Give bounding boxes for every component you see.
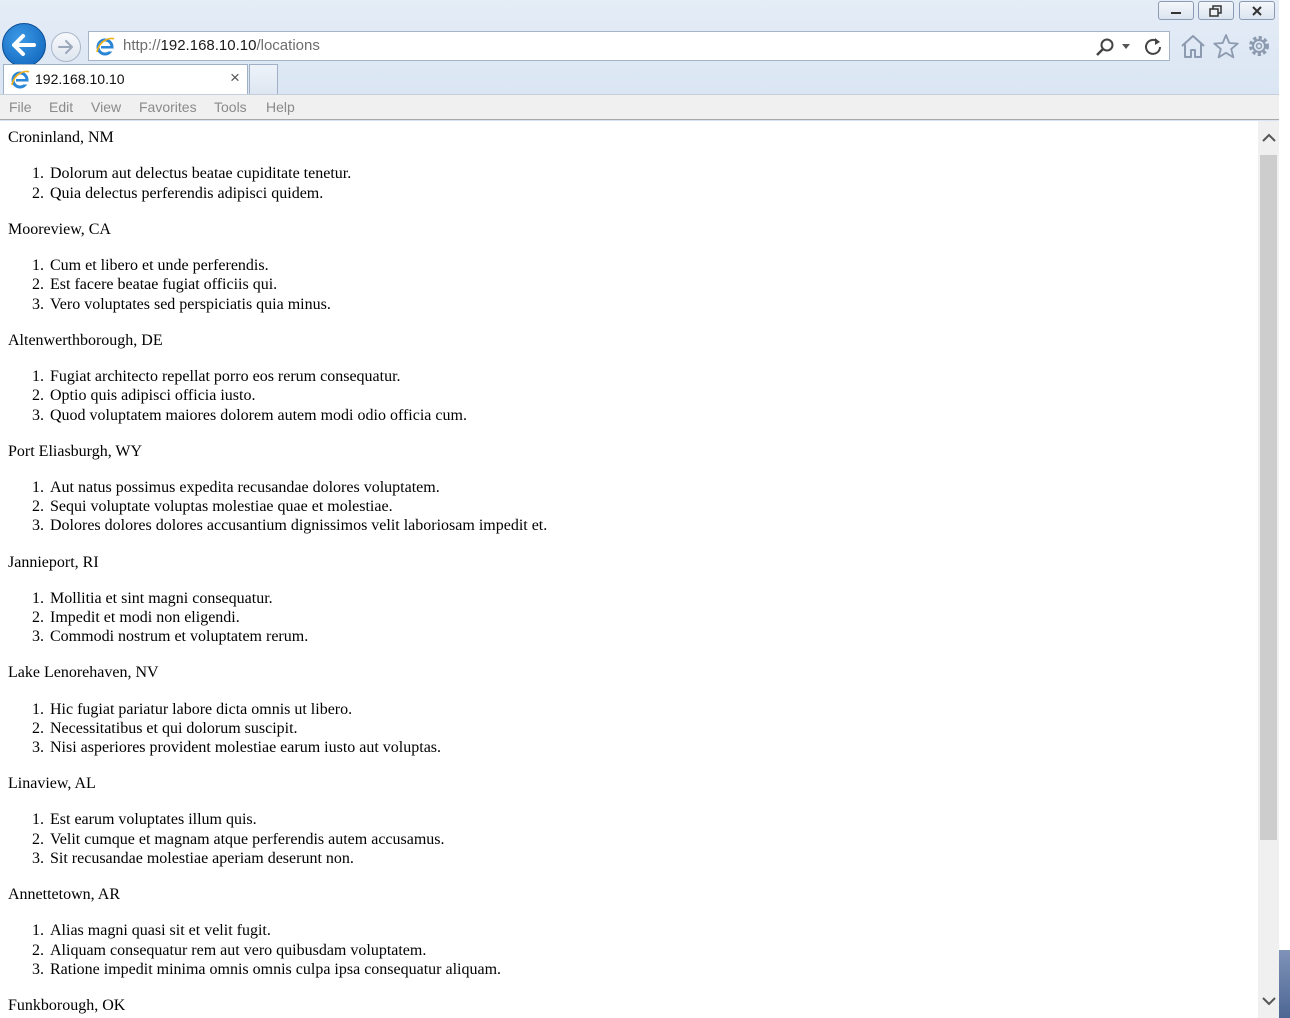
ie-logo-icon	[96, 37, 115, 56]
new-tab-button[interactable]	[249, 64, 278, 94]
close-window-button[interactable]	[1239, 1, 1275, 20]
list-item: 2. Quia delectus perferendis adipisci qui…	[32, 185, 324, 202]
minimize-button[interactable]	[1158, 1, 1194, 20]
chevron-down-icon	[1261, 997, 1276, 1006]
list-item: 3. Ratione impedit minima omnis omnis cul…	[32, 961, 502, 978]
taskbar-edge	[1279, 950, 1290, 1018]
list-item: 3. Nisi asperiores provident molestiae ea…	[32, 739, 442, 756]
list-item: 1. Cum et libero et unde perferendis.	[32, 257, 269, 274]
list-item: 3. Sit recusandae molestiae aperiam deser…	[32, 850, 354, 867]
chevron-up-icon	[1261, 133, 1276, 142]
list-item: 1. Est earum voluptates illum quis.	[32, 811, 257, 828]
settings-gear-icon[interactable]	[1246, 33, 1274, 59]
close-icon	[1252, 5, 1262, 16]
location-name: Croninland, NM	[8, 129, 114, 146]
list-item: 1. Mollitia et sint magni consequatur.	[32, 590, 273, 607]
tab-close-icon[interactable]: ×	[230, 68, 240, 88]
list-item: 3. Vero voluptates sed perspiciatis quia …	[32, 296, 331, 313]
menu-item-favorites[interactable]: Favorites	[139, 99, 197, 115]
scroll-thumb[interactable]	[1260, 155, 1277, 840]
list-item: 1. Fugiat architecto repellat porro eos r…	[32, 368, 401, 385]
scroll-down-button[interactable]	[1258, 984, 1279, 1018]
location-name: Altenwerthborough, DE	[8, 332, 163, 349]
list-item: 1. Aut natus possimus expedita recusandae…	[32, 479, 440, 496]
location-name: Annettetown, AR	[8, 886, 120, 903]
list-item: 2. Aliquam consequatur rem aut vero quibu…	[32, 942, 427, 959]
restore-button[interactable]	[1198, 1, 1234, 20]
vertical-scrollbar[interactable]	[1258, 121, 1279, 1018]
menu-item-file[interactable]: File	[9, 99, 32, 115]
tab-active[interactable]: 192.168.10.10 ×	[3, 64, 248, 94]
forward-arrow-icon	[58, 40, 73, 54]
menu-item-view[interactable]: View	[91, 99, 121, 115]
menu-bar: File Edit View Favorites Tools Help	[0, 94, 1279, 120]
location-name: Lake Lenorehaven, NV	[8, 664, 159, 681]
list-item: 3. Commodi nostrum et voluptatem rerum.	[32, 628, 309, 645]
tab-title: 192.168.10.10	[35, 71, 125, 87]
search-icon[interactable]	[1095, 37, 1115, 57]
browser-chrome: http://192.168.10.10/locations 192.168.1…	[0, 0, 1290, 121]
list-item: 3. Dolores dolores dolores accusantium di…	[32, 517, 548, 534]
scroll-up-button[interactable]	[1258, 121, 1279, 155]
menu-item-help[interactable]: Help	[266, 99, 295, 115]
favorites-star-icon[interactable]	[1212, 33, 1240, 59]
back-button[interactable]	[2, 23, 46, 67]
forward-button[interactable]	[51, 32, 81, 62]
list-item: 1. Dolorum aut delectus beatae cupiditate…	[32, 165, 352, 182]
list-item: 1. Alias magni quasi sit et velit fugit.	[32, 922, 271, 939]
location-name: Funkborough, OK	[8, 997, 126, 1014]
list-item: 2. Optio quis adipisci officia iusto.	[32, 387, 256, 404]
menu-item-edit[interactable]: Edit	[49, 99, 73, 115]
location-name: Jannieport, RI	[8, 554, 99, 571]
address-bar[interactable]: http://192.168.10.10/locations	[88, 31, 1170, 61]
minimize-icon	[1171, 11, 1181, 14]
window-edge	[1279, 0, 1290, 1018]
list-item: 2. Est facere beatae fugiat officiis qui.	[32, 276, 278, 293]
list-item: 2. Velit cumque et magnam atque perferend…	[32, 831, 445, 848]
refresh-icon[interactable]	[1143, 36, 1163, 56]
location-name: Mooreview, CA	[8, 221, 111, 238]
list-item: 3. Quod voluptatem maiores dolorem autem …	[32, 407, 467, 424]
list-item: 2. Impedit et modi non eligendi.	[32, 609, 240, 626]
list-item: 1. Hic fugiat pariatur labore dicta omnis…	[32, 701, 353, 718]
home-icon[interactable]	[1179, 33, 1207, 59]
restore-icon	[1209, 4, 1222, 17]
location-name: Port Eliasburgh, WY	[8, 443, 143, 460]
ie-logo-icon	[11, 70, 30, 89]
page-content: Croninland, NM 1. Dolorum aut delectus be…	[0, 121, 1258, 1018]
list-item: 2. Sequi voluptate voluptas molestiae qua…	[32, 498, 393, 515]
back-arrow-icon	[12, 34, 36, 56]
url-text: http://192.168.10.10/locations	[123, 37, 320, 54]
menu-item-tools[interactable]: Tools	[214, 99, 247, 115]
dropdown-arrow-icon[interactable]	[1121, 43, 1131, 51]
location-name: Linaview, AL	[8, 775, 96, 792]
list-item: 2. Necessitatibus et qui dolorum suscipit…	[32, 720, 298, 737]
